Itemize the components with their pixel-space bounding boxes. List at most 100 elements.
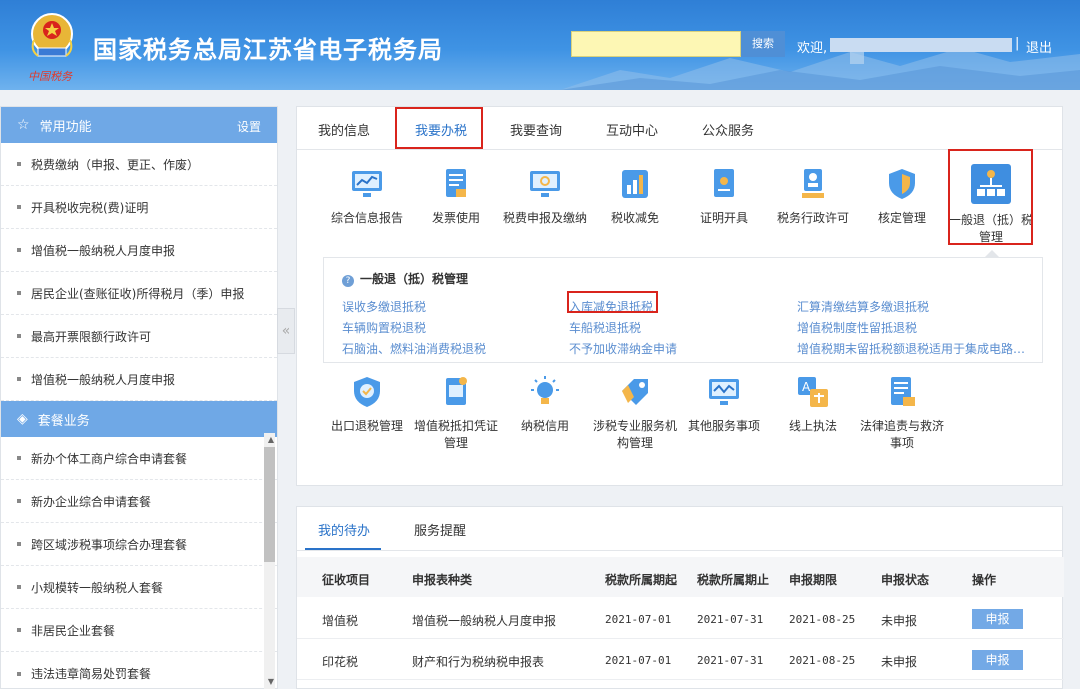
sidebar-item[interactable]: 新办企业综合申请套餐 — [1, 480, 277, 523]
scroll-up-icon[interactable]: ▲ — [268, 435, 274, 444]
submenu-link[interactable]: 车船税退抵税 — [569, 319, 641, 336]
todo-tabs: 我的待办 服务提醒 — [297, 507, 1062, 551]
cell-form: 增值税一般纳税人月度申报 — [412, 614, 557, 628]
sidebar-item-label: 新办个体工商户综合申请套餐 — [31, 451, 188, 466]
sidebar-item[interactable]: 税费缴纳（申报、更正、作废） — [1, 143, 277, 186]
star-icon: ☆ — [17, 117, 30, 133]
bullet-icon — [17, 334, 21, 338]
panel-pointer — [985, 250, 999, 257]
cell-form: 财产和行为税纳税申报表 — [412, 655, 545, 669]
search-input[interactable] — [571, 31, 741, 57]
app-invoice[interactable]: 发票使用 — [414, 167, 498, 226]
cell-status: 未申报 — [881, 655, 918, 669]
app-label: 涉税专业服务机构管理 — [593, 419, 678, 450]
column-header: 征收项目 — [322, 573, 371, 587]
column-header: 申报期限 — [789, 573, 838, 587]
monitor-refresh-icon — [530, 171, 560, 197]
logout-link[interactable]: 退出 — [1026, 37, 1052, 56]
bullet-icon — [17, 542, 21, 546]
refund-submenu: ? 一般退（抵）税管理 误收多缴退抵税 入库减免退抵税 汇算清缴结算多缴退抵税 车… — [323, 257, 1043, 363]
app-label: 税收减免 — [610, 211, 659, 225]
tab-service-reminder[interactable]: 服务提醒 — [414, 520, 466, 539]
cell-deadline: 2021-08-25 — [789, 654, 856, 667]
submenu-link[interactable]: 增值税期末留抵税额退税适用于集成电路… — [797, 340, 1025, 357]
header: 中国税务 国家税务总局江苏省电子税务局 搜索 欢迎, | 退出 — [0, 0, 1080, 90]
table-row: 增值税 增值税一般纳税人月度申报 2021-07-01 2021-07-31 2… — [297, 599, 1064, 639]
app-declare-pay[interactable]: 税费申报及缴纳 — [503, 167, 587, 226]
sidebar-item-label: 跨区域涉税事项综合办理套餐 — [31, 537, 188, 552]
sidebar-collapse-button[interactable]: « — [277, 308, 295, 354]
bullet-icon — [17, 377, 21, 381]
submenu-link[interactable]: 石脑油、燃料油消费税退税 — [342, 340, 486, 357]
voucher-icon — [446, 377, 467, 405]
cell-start: 2021-07-01 — [605, 613, 672, 626]
app-other-services[interactable]: 其他服务事项 — [682, 375, 766, 434]
sidebar-item[interactable]: 增值税一般纳税人月度申报 — [1, 358, 277, 401]
scroll-down-icon[interactable]: ▼ — [268, 677, 274, 686]
declare-button[interactable]: 申报 — [972, 609, 1023, 629]
tab-my-todo[interactable]: 我的待办 — [318, 520, 370, 539]
invoice-doc-icon — [446, 169, 466, 197]
app-tax-credit[interactable]: 纳税信用 — [503, 375, 587, 434]
app-professional-service[interactable]: 涉税专业服务机构管理 — [593, 375, 677, 451]
tab-public-service[interactable]: 公众服务 — [702, 120, 754, 139]
certificate-icon — [714, 169, 734, 197]
scrollbar-thumb[interactable] — [264, 447, 275, 562]
law-doc-icon — [891, 377, 915, 406]
sidebar-section-title: 常用功能 — [39, 119, 92, 135]
site-title: 国家税务总局江苏省电子税务局 — [93, 36, 443, 64]
tab-my-info[interactable]: 我的信息 — [318, 120, 370, 139]
app-vat-voucher[interactable]: 增值税抵扣凭证管理 — [414, 375, 498, 451]
sidebar-item[interactable]: 小规模转一般纳税人套餐 — [1, 566, 277, 609]
tag-icon — [622, 379, 648, 405]
sidebar-item-label: 最高开票限额行政许可 — [31, 329, 152, 344]
app-label: 发票使用 — [431, 211, 480, 225]
app-label: 法律追责与救济事项 — [860, 419, 945, 450]
shield-icon — [889, 169, 915, 199]
tab-interaction[interactable]: 互动中心 — [606, 120, 658, 139]
app-assessment[interactable]: 核定管理 — [860, 167, 944, 226]
submenu-title-text: 一般退（抵）税管理 — [360, 272, 469, 286]
header-separator: | — [1015, 36, 1020, 51]
search-button[interactable]: 搜索 — [741, 31, 785, 57]
cell-item: 印花税 — [322, 655, 359, 669]
tab-query[interactable]: 我要查询 — [510, 120, 562, 139]
app-tax-relief[interactable]: 税收减免 — [593, 167, 677, 226]
app-info-report[interactable]: 综合信息报告 — [325, 167, 409, 226]
logo-subtitle: 中国税务 — [28, 70, 72, 83]
bullet-icon — [17, 291, 21, 295]
sidebar-item-label: 税费缴纳（申报、更正、作废） — [31, 157, 200, 172]
svg-text:A: A — [802, 380, 811, 394]
app-label: 增值税抵扣凭证管理 — [414, 419, 499, 450]
sidebar-item[interactable]: 违法违章简易处罚套餐 — [1, 652, 277, 689]
sidebar-item[interactable]: 增值税一般纳税人月度申报 — [1, 229, 277, 272]
submenu-link[interactable]: 汇算清缴结算多缴退抵税 — [797, 298, 929, 315]
app-export-refund[interactable]: 出口退税管理 — [325, 375, 409, 434]
monitor-chart-icon — [352, 171, 382, 197]
sidebar-item[interactable]: 非居民企业套餐 — [1, 609, 277, 652]
monitor-wave-icon — [709, 379, 739, 405]
username-redacted — [830, 38, 1012, 52]
sidebar-item[interactable]: 开具税收完税(费)证明 — [1, 186, 277, 229]
highlight-box — [567, 291, 658, 313]
submenu-link[interactable]: 不予加收滞纳金申请 — [569, 340, 677, 357]
sidebar-item[interactable]: 居民企业(查账征收)所得税月（季）申报 — [1, 272, 277, 315]
app-admin-license[interactable]: 税务行政许可 — [771, 167, 855, 226]
settings-link[interactable]: 设置 — [237, 118, 261, 135]
submenu-link[interactable]: 增值税制度性留抵退税 — [797, 319, 917, 336]
service-panel: 我的信息 我要办税 我要查询 互动中心 公众服务 综合信息报告 发票使用 税费申… — [296, 106, 1063, 486]
app-legal-relief[interactable]: 法律追责与救济事项 — [860, 375, 944, 451]
submenu-title: ? 一般退（抵）税管理 — [342, 270, 468, 287]
sidebar-item[interactable]: 最高开票限额行政许可 — [1, 315, 277, 358]
submenu-link[interactable]: 车辆购置税退税 — [342, 319, 426, 336]
sidebar-section-packages: ◈ 套餐业务 — [1, 401, 277, 437]
sidebar-item[interactable]: 跨区域涉税事项综合办理套餐 — [1, 523, 277, 566]
sidebar-item[interactable]: 新办个体工商户综合申请套餐 — [1, 437, 277, 480]
submenu-link[interactable]: 误收多缴退抵税 — [342, 298, 426, 315]
bar-chart-icon — [622, 170, 648, 198]
declare-button[interactable]: 申报 — [972, 650, 1023, 670]
highlight-box — [395, 107, 483, 149]
app-online-enforcement[interactable]: A 线上执法 — [771, 375, 855, 434]
app-certificate[interactable]: 证明开具 — [682, 167, 766, 226]
column-header: 税款所属期起 — [605, 573, 678, 587]
